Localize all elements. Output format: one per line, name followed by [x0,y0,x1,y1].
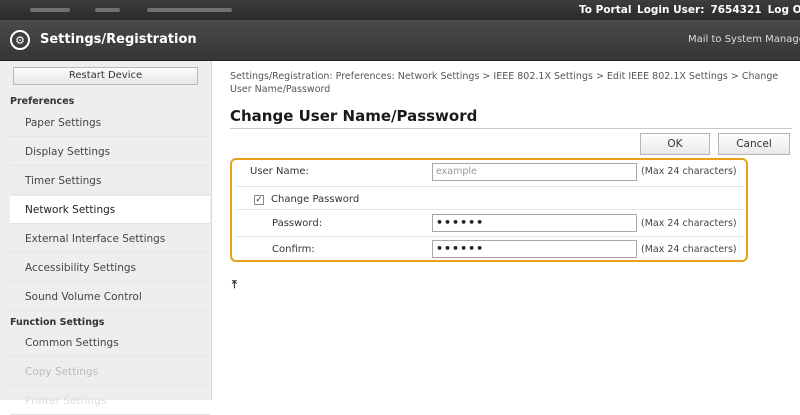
top-bar: To Portal Login User: 7654321 Log Out [0,0,800,20]
sidebar-item-accessibility-settings[interactable]: Accessibility Settings [10,254,210,282]
change-password-label: Change Password [271,194,360,205]
username-label: User Name: [250,166,309,177]
sidebar-item-printer-settings[interactable]: Printer Settings [10,387,210,415]
logout-link[interactable]: Log Out [768,4,800,16]
sidebar-item-common-settings[interactable]: Common Settings [10,329,210,357]
scroll-to-top-icon[interactable]: ⤒ [232,278,237,292]
settings-logo-icon: ⚙ [10,30,30,50]
to-portal-link[interactable]: To Portal [579,4,631,16]
page-title: Change User Name/Password [230,107,478,125]
login-user-label: Login User: [637,4,705,16]
ok-button[interactable]: OK [640,133,710,155]
password-label: Password: [272,218,323,229]
change-password-checkbox[interactable]: ✓ [254,195,264,205]
confirm-hint: (Max 24 characters) [641,244,737,255]
username-hint: (Max 24 characters) [641,166,737,177]
sidebar-group-function-settings: Function Settings [10,317,105,328]
confirm-label: Confirm: [272,244,315,255]
sidebar-group-preferences: Preferences [10,96,75,107]
sidebar-item-network-settings[interactable]: Network Settings [10,196,210,224]
row-divider [236,209,744,210]
sidebar-item-display-settings[interactable]: Display Settings [10,138,210,166]
cancel-button[interactable]: Cancel [718,133,790,155]
login-user-info: Login User: 7654321 Log Out [637,4,800,16]
mail-to-system-manager-link[interactable]: Mail to System Manager [688,34,800,45]
confirm-password-field[interactable]: •••••• [432,240,637,258]
username-field[interactable]: example [432,163,637,181]
sidebar-item-sound-volume-control[interactable]: Sound Volume Control [10,283,210,311]
app-header: ⚙ Settings/Registration Mail to System M… [0,20,800,61]
breadcrumb: Settings/Registration: Preferences: Netw… [230,71,779,95]
sidebar: Restart Device Preferences Paper Setting… [0,61,212,415]
row-divider [236,236,744,237]
password-field[interactable]: •••••• [432,214,637,232]
title-divider [230,128,792,129]
row-divider [236,186,744,187]
sidebar-item-paper-settings[interactable]: Paper Settings [10,109,210,137]
password-hint: (Max 24 characters) [641,218,737,229]
blurred-text [147,8,232,12]
login-user-id: 7654321 [710,4,762,16]
blurred-text [30,8,70,12]
sidebar-item-external-interface-settings[interactable]: External Interface Settings [10,225,210,253]
blurred-text [95,8,120,12]
sidebar-item-copy-settings[interactable]: Copy Settings [10,358,210,386]
sidebar-item-timer-settings[interactable]: Timer Settings [10,167,210,195]
restart-device-button[interactable]: Restart Device [13,67,198,85]
app-title: Settings/Registration [40,32,197,47]
